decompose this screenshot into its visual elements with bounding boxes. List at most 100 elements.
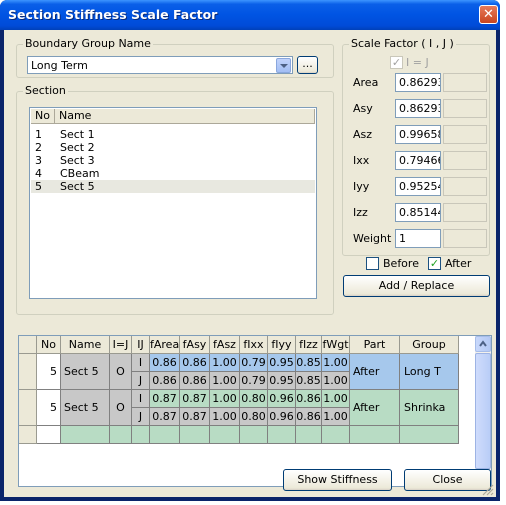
scale-input-j-izz[interactable] — [443, 203, 487, 222]
section-header-no[interactable]: No — [31, 109, 55, 124]
chevron-down-icon[interactable] — [276, 58, 291, 73]
factor-cell[interactable]: 0.79 — [240, 372, 268, 390]
empty-cell[interactable] — [37, 426, 61, 444]
section-list[interactable]: No Name 1 Sect 1 2 Sect 2 3 Sect 3 4 CBeam 5 Sect… — [29, 107, 317, 299]
factor-cell[interactable]: 1.00 — [210, 408, 240, 426]
boundary-group-select[interactable]: Long Term — [27, 56, 293, 74]
column-header[interactable]: fWgt — [322, 336, 350, 354]
record-part[interactable]: After — [350, 390, 400, 426]
factor-cell[interactable]: 0.86 — [180, 372, 210, 390]
factor-cell[interactable]: 0.85 — [296, 372, 322, 390]
empty-cell[interactable] — [210, 426, 240, 444]
column-header[interactable]: fIxx — [240, 336, 268, 354]
record-no[interactable]: 5 — [37, 390, 61, 426]
factor-cell[interactable]: 1.00 — [322, 390, 350, 408]
table-scrollbar[interactable] — [475, 336, 491, 486]
column-header[interactable]: fIyy — [268, 336, 296, 354]
scroll-up-icon[interactable] — [475, 336, 491, 352]
empty-cell[interactable] — [180, 426, 210, 444]
section-header-name[interactable]: Name — [55, 109, 315, 124]
factor-cell[interactable]: 0.87 — [180, 390, 210, 408]
row-selector[interactable] — [19, 354, 37, 390]
column-header[interactable]: fIzz — [296, 336, 322, 354]
factor-cell[interactable]: 0.86 — [150, 372, 180, 390]
row-selector[interactable] — [19, 390, 37, 426]
column-header[interactable]: Group — [400, 336, 459, 354]
factor-cell[interactable]: 0.96 — [268, 408, 296, 426]
factor-cell[interactable]: 0.79 — [240, 354, 268, 372]
factor-cell[interactable]: 0.86 — [150, 354, 180, 372]
column-header[interactable]: fArea — [150, 336, 180, 354]
factor-cell[interactable]: 0.87 — [150, 408, 180, 426]
record-i-equals-j[interactable]: O — [110, 354, 132, 390]
scale-input-j-asy[interactable] — [443, 99, 487, 118]
factor-cell[interactable]: 0.95 — [268, 372, 296, 390]
before-checkbox[interactable] — [366, 257, 379, 270]
column-header[interactable]: fAsy — [180, 336, 210, 354]
scale-input-i-asy[interactable]: 0.862938 — [395, 99, 441, 118]
factor-cell[interactable]: 1.00 — [322, 354, 350, 372]
section-row[interactable]: 2 Sect 2 — [31, 141, 315, 154]
section-row[interactable]: 1 Sect 1 — [31, 128, 315, 141]
record-part[interactable]: After — [350, 354, 400, 390]
factor-cell[interactable]: 0.86 — [296, 390, 322, 408]
empty-cell[interactable] — [268, 426, 296, 444]
factor-cell[interactable]: 0.80 — [240, 390, 268, 408]
section-row[interactable]: 3 Sect 3 — [31, 154, 315, 167]
factor-cell[interactable]: 0.80 — [240, 408, 268, 426]
resize-grip-icon[interactable] — [480, 482, 494, 496]
show-stiffness-button[interactable]: Show Stiffness — [283, 469, 392, 491]
browse-button[interactable]: ... — [297, 56, 318, 74]
column-header[interactable]: I=J — [110, 336, 132, 354]
close-button[interactable]: Close — [404, 469, 491, 491]
title-bar[interactable]: Section Stiffness Scale Factor ✕ — [0, 0, 500, 30]
empty-cell[interactable] — [296, 426, 322, 444]
scale-input-j-asz[interactable] — [443, 125, 487, 144]
empty-cell[interactable] — [240, 426, 268, 444]
scale-input-i-area[interactable]: 0.862938 — [395, 73, 441, 92]
empty-cell[interactable] — [61, 426, 110, 444]
record-name[interactable]: Sect 5 — [61, 390, 110, 426]
factor-cell[interactable]: 1.00 — [210, 354, 240, 372]
factor-cell[interactable]: 0.85 — [296, 354, 322, 372]
factor-cell[interactable]: 0.96 — [268, 390, 296, 408]
scale-input-i-izz[interactable]: 0.851440 — [395, 203, 441, 222]
i-equals-j-checkbox[interactable]: ✓ — [390, 56, 403, 69]
factor-cell[interactable]: 0.87 — [150, 390, 180, 408]
record-end[interactable]: I — [132, 390, 150, 408]
empty-cell[interactable] — [350, 426, 400, 444]
scale-input-j-area[interactable] — [443, 73, 487, 92]
record-end[interactable]: I — [132, 354, 150, 372]
scale-input-i-asz[interactable]: 0.996583 — [395, 125, 441, 144]
section-row[interactable]: 4 CBeam — [31, 167, 315, 180]
factor-cell[interactable]: 0.95 — [268, 354, 296, 372]
column-header[interactable]: IJ — [132, 336, 150, 354]
section-row[interactable]: 5 Sect 5 — [31, 180, 315, 193]
close-window-button[interactable]: ✕ — [479, 5, 498, 24]
factor-cell[interactable]: 0.87 — [180, 408, 210, 426]
record-group[interactable]: Shrinka — [400, 390, 459, 426]
scale-input-i-iyy[interactable]: 0.952549 — [395, 177, 441, 196]
scale-factor-table[interactable]: No Name I=J IJ fArea fAsy fAsz fIxx fIyy fIzz fWgt… — [18, 335, 492, 487]
column-header[interactable]: No — [37, 336, 61, 354]
record-i-equals-j[interactable]: O — [110, 390, 132, 426]
scroll-thumb[interactable] — [475, 353, 491, 469]
record-no[interactable]: 5 — [37, 354, 61, 390]
empty-cell[interactable] — [322, 426, 350, 444]
scale-input-i-weight[interactable]: 1 — [395, 229, 441, 248]
after-checkbox[interactable]: ✓ — [428, 257, 441, 270]
record-name[interactable]: Sect 5 — [61, 354, 110, 390]
factor-cell[interactable]: 0.86 — [180, 354, 210, 372]
column-header[interactable]: fAsz — [210, 336, 240, 354]
scale-input-i-ixx[interactable]: 0.794667 — [395, 151, 441, 170]
add-replace-button[interactable]: Add / Replace — [343, 275, 490, 297]
empty-cell[interactable] — [110, 426, 132, 444]
empty-cell[interactable] — [400, 426, 459, 444]
record-end[interactable]: J — [132, 372, 150, 390]
factor-cell[interactable]: 1.00 — [322, 372, 350, 390]
empty-cell[interactable] — [132, 426, 150, 444]
column-header[interactable]: Name — [61, 336, 110, 354]
factor-cell[interactable]: 1.00 — [210, 390, 240, 408]
scale-input-j-ixx[interactable] — [443, 151, 487, 170]
record-group[interactable]: Long T — [400, 354, 459, 390]
